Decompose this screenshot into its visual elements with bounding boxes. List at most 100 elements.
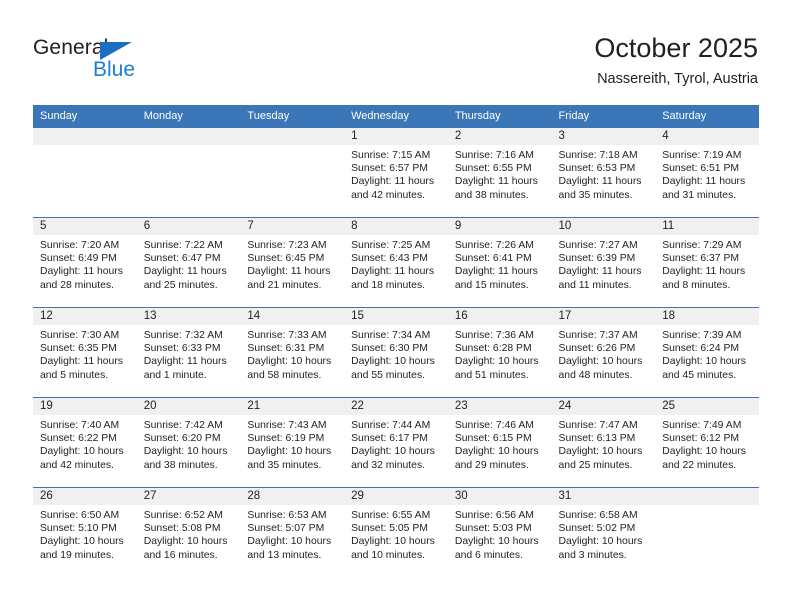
calendar-week-row: 12 Sunrise: 7:30 AM Sunset: 6:35 PM Dayligh… (33, 307, 759, 398)
calendar-cell-day[interactable]: 23 Sunrise: 7:46 AM Sunset: 6:15 PM Dayligh… (447, 397, 552, 488)
daylight-text-line1: Daylight: 10 hours (351, 446, 435, 458)
calendar-cell-day[interactable]: 22 Sunrise: 7:44 AM Sunset: 6:17 PM Dayligh… (344, 397, 448, 488)
calendar-cell-day[interactable]: 2 Sunrise: 7:16 AM Sunset: 6:55 PM Daylight… (447, 127, 552, 218)
calendar-cell-day[interactable]: 21 Sunrise: 7:43 AM Sunset: 6:19 PM Dayligh… (240, 397, 345, 488)
calendar-cell-day[interactable]: 27 Sunrise: 6:52 AM Sunset: 5:08 PM Dayligh… (136, 487, 241, 577)
cell-inner: 14 Sunrise: 7:33 AM Sunset: 6:31 PM Dayligh… (240, 308, 345, 397)
day-number: 8 (344, 218, 448, 235)
day-details: Sunrise: 7:30 AM Sunset: 6:35 PM Daylight:… (33, 325, 137, 382)
day-number: 30 (447, 488, 552, 505)
sunrise-text: Sunrise: 6:52 AM (143, 510, 223, 521)
sunrise-text: Sunrise: 7:49 AM (662, 420, 742, 431)
sunrise-text: Sunrise: 7:40 AM (40, 420, 120, 431)
calendar-cell-empty (240, 127, 345, 218)
calendar-cell-day[interactable]: 28 Sunrise: 6:53 AM Sunset: 5:07 PM Dayligh… (240, 487, 345, 577)
calendar-cell-day[interactable]: 4 Sunrise: 7:19 AM Sunset: 6:51 PM Daylight… (655, 127, 759, 218)
calendar-cell-day[interactable]: 15 Sunrise: 7:34 AM Sunset: 6:30 PM Dayligh… (344, 307, 448, 398)
cell-inner: 2 Sunrise: 7:16 AM Sunset: 6:55 PM Daylight… (447, 128, 552, 217)
daylight-text-line2: and 32 minutes. (351, 459, 426, 471)
day-number: 14 (240, 308, 345, 325)
day-details: Sunrise: 7:36 AM Sunset: 6:28 PM Daylight:… (448, 325, 552, 382)
daylight-text-line1: Daylight: 10 hours (143, 536, 228, 548)
daylight-text-line1: Daylight: 10 hours (454, 446, 539, 458)
sunrise-text: Sunrise: 7:23 AM (247, 240, 327, 251)
sunset-text: Sunset: 5:02 PM (558, 523, 636, 535)
calendar-cell-day[interactable]: 30 Sunrise: 6:56 AM Sunset: 5:03 PM Dayligh… (447, 487, 552, 577)
day-number: 20 (136, 398, 241, 415)
daylight-text-line1: Daylight: 11 hours (454, 266, 538, 278)
daylight-text-line1: Daylight: 10 hours (40, 536, 124, 548)
weekday-header-friday: Friday (551, 105, 656, 128)
calendar-cell-day[interactable]: 13 Sunrise: 7:32 AM Sunset: 6:33 PM Dayligh… (136, 307, 241, 398)
sunrise-text: Sunrise: 7:16 AM (454, 150, 534, 161)
cell-inner: 15 Sunrise: 7:34 AM Sunset: 6:30 PM Dayligh… (344, 308, 448, 397)
calendar-cell-day[interactable]: 6 Sunrise: 7:22 AM Sunset: 6:47 PM Daylight… (136, 217, 241, 308)
day-details: Sunrise: 7:44 AM Sunset: 6:17 PM Daylight:… (344, 415, 448, 472)
day-details: Sunrise: 7:29 AM Sunset: 6:37 PM Daylight:… (655, 235, 759, 292)
daylight-text-line2: and 28 minutes. (40, 279, 114, 291)
calendar-cell-day[interactable]: 10 Sunrise: 7:27 AM Sunset: 6:39 PM Dayligh… (551, 217, 656, 308)
day-number: 1 (344, 128, 448, 145)
day-details: Sunrise: 6:56 AM Sunset: 5:03 PM Daylight:… (448, 505, 552, 562)
cell-inner (240, 128, 345, 217)
daylight-text-line1: Daylight: 10 hours (247, 356, 332, 368)
sunset-text: Sunset: 6:57 PM (351, 163, 428, 175)
calendar-cell-day[interactable]: 12 Sunrise: 7:30 AM Sunset: 6:35 PM Dayligh… (33, 307, 137, 398)
daylight-text-line2: and 42 minutes. (40, 459, 114, 471)
calendar-cell-day[interactable]: 20 Sunrise: 7:42 AM Sunset: 6:20 PM Dayligh… (136, 397, 241, 488)
calendar-cell-day[interactable]: 3 Sunrise: 7:18 AM Sunset: 6:53 PM Daylight… (551, 127, 656, 218)
day-details: Sunrise: 7:20 AM Sunset: 6:49 PM Daylight:… (33, 235, 137, 292)
calendar-cell-day[interactable]: 14 Sunrise: 7:33 AM Sunset: 6:31 PM Dayligh… (240, 307, 345, 398)
sunset-text: Sunset: 6:30 PM (351, 343, 428, 355)
daylight-text-line1: Daylight: 10 hours (351, 356, 435, 368)
calendar-cell-day[interactable]: 8 Sunrise: 7:25 AM Sunset: 6:43 PM Daylight… (344, 217, 448, 308)
calendar-cell-day[interactable]: 29 Sunrise: 6:55 AM Sunset: 5:05 PM Dayligh… (344, 487, 448, 577)
daylight-text-line1: Daylight: 10 hours (143, 446, 228, 458)
day-number: 29 (344, 488, 448, 505)
calendar-body: 1 Sunrise: 7:15 AM Sunset: 6:57 PM Daylight… (33, 127, 759, 577)
page-header: General Blue October 2025 Nassereith, Ty… (0, 0, 792, 100)
calendar-cell-day[interactable]: 1 Sunrise: 7:15 AM Sunset: 6:57 PM Daylight… (344, 127, 448, 218)
calendar-week-row: 1 Sunrise: 7:15 AM Sunset: 6:57 PM Daylight… (33, 127, 759, 218)
calendar-cell-day[interactable]: 31 Sunrise: 6:58 AM Sunset: 5:02 PM Dayligh… (551, 487, 656, 577)
daylight-text-line1: Daylight: 11 hours (247, 266, 331, 278)
daylight-text-line1: Daylight: 11 hours (558, 266, 642, 278)
daylight-text-line1: Daylight: 10 hours (247, 536, 332, 548)
calendar-cell-day[interactable]: 18 Sunrise: 7:39 AM Sunset: 6:24 PM Dayligh… (655, 307, 759, 398)
daylight-text-line2: and 15 minutes. (454, 279, 529, 291)
day-number: 2 (447, 128, 552, 145)
calendar-cell-day[interactable]: 24 Sunrise: 7:47 AM Sunset: 6:13 PM Dayligh… (551, 397, 656, 488)
day-details: Sunrise: 7:39 AM Sunset: 6:24 PM Daylight:… (655, 325, 759, 382)
sunset-text: Sunset: 6:13 PM (558, 433, 636, 445)
daylight-text-line2: and 18 minutes. (351, 279, 426, 291)
day-details: Sunrise: 7:25 AM Sunset: 6:43 PM Daylight:… (344, 235, 448, 292)
weekday-header-thursday: Thursday (447, 105, 552, 128)
calendar-header-row: Sunday Monday Tuesday Wednesday Thursday Frid… (33, 105, 759, 128)
day-details: Sunrise: 7:40 AM Sunset: 6:22 PM Daylight:… (33, 415, 137, 472)
calendar-cell-day[interactable]: 26 Sunrise: 6:50 AM Sunset: 5:10 PM Dayligh… (33, 487, 137, 577)
daylight-text-line1: Daylight: 10 hours (40, 446, 124, 458)
sunrise-text: Sunrise: 7:47 AM (558, 420, 638, 431)
daylight-text-line1: Daylight: 11 hours (40, 266, 123, 278)
daylight-text-line1: Daylight: 10 hours (351, 536, 435, 548)
sunset-text: Sunset: 6:37 PM (662, 253, 740, 265)
calendar-cell-day[interactable]: 11 Sunrise: 7:29 AM Sunset: 6:37 PM Dayligh… (655, 217, 759, 308)
daylight-text-line2: and 8 minutes. (662, 279, 731, 291)
cell-inner: 9 Sunrise: 7:26 AM Sunset: 6:41 PM Daylight… (447, 218, 552, 307)
calendar-cell-day[interactable]: 9 Sunrise: 7:26 AM Sunset: 6:41 PM Daylight… (447, 217, 552, 308)
day-details: Sunrise: 6:53 AM Sunset: 5:07 PM Daylight:… (240, 505, 344, 562)
cell-inner: 4 Sunrise: 7:19 AM Sunset: 6:51 PM Daylight… (655, 128, 759, 217)
sunset-text: Sunset: 6:43 PM (351, 253, 428, 265)
calendar-cell-day[interactable]: 17 Sunrise: 7:37 AM Sunset: 6:26 PM Dayligh… (551, 307, 656, 398)
day-number: 9 (447, 218, 552, 235)
calendar-cell-day[interactable]: 5 Sunrise: 7:20 AM Sunset: 6:49 PM Daylight… (33, 217, 137, 308)
sunset-text: Sunset: 6:47 PM (143, 253, 221, 265)
calendar-cell-day[interactable]: 25 Sunrise: 7:49 AM Sunset: 6:12 PM Dayligh… (655, 397, 759, 488)
cell-inner: 12 Sunrise: 7:30 AM Sunset: 6:35 PM Dayligh… (33, 308, 137, 397)
day-details: Sunrise: 6:58 AM Sunset: 5:02 PM Daylight:… (552, 505, 656, 562)
daylight-text-line2: and 38 minutes. (143, 459, 218, 471)
calendar-cell-day[interactable]: 7 Sunrise: 7:23 AM Sunset: 6:45 PM Daylight… (240, 217, 345, 308)
calendar-cell-day[interactable]: 16 Sunrise: 7:36 AM Sunset: 6:28 PM Dayligh… (447, 307, 552, 398)
calendar-cell-day[interactable]: 19 Sunrise: 7:40 AM Sunset: 6:22 PM Dayligh… (33, 397, 137, 488)
cell-inner (655, 488, 759, 577)
